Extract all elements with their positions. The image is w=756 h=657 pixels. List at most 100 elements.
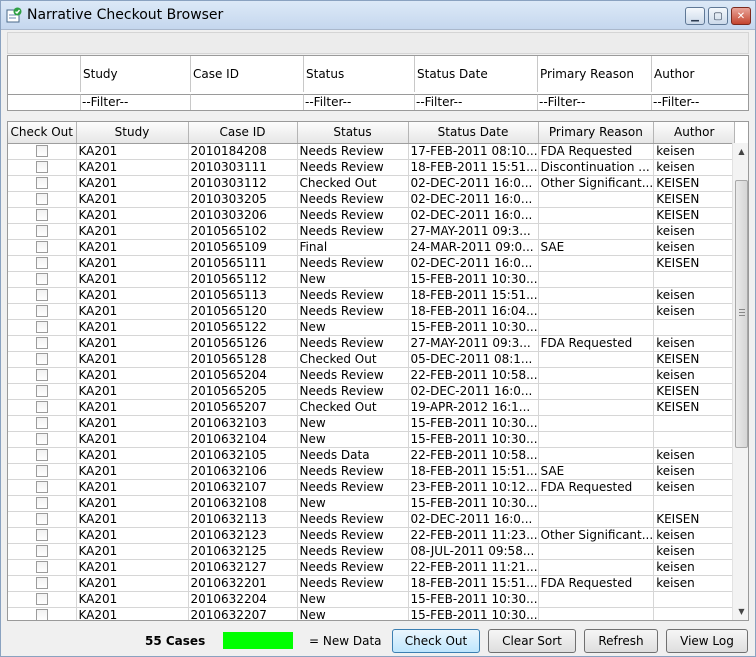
check-out-checkbox[interactable] <box>35 224 48 237</box>
table-row[interactable]: KA201 2010632108 New 15-FEB-2011 10:30... <box>8 495 736 512</box>
column-header-case-id[interactable]: Case ID <box>188 122 298 144</box>
check-out-checkbox[interactable] <box>35 496 48 509</box>
table-row[interactable]: KA201 2010565126 Needs Review 27-MAY-2011 0… <box>8 335 736 352</box>
check-out-checkbox[interactable] <box>35 192 48 205</box>
column-header-status-date[interactable]: Status Date <box>408 122 539 144</box>
table-row[interactable]: KA201 2010565122 New 15-FEB-2011 10:30... <box>8 319 736 336</box>
table-row[interactable]: KA201 2010303205 Needs Review 02-DEC-2011 1… <box>8 191 736 208</box>
study-cell: KA201 <box>76 591 189 608</box>
study-cell: KA201 <box>76 447 189 464</box>
table-row[interactable]: KA201 2010184208 Needs Review 17-FEB-2011 0… <box>8 143 736 160</box>
table-row[interactable]: KA201 2010632201 Needs Review 18-FEB-2011 1… <box>8 575 736 592</box>
table-row[interactable]: KA201 2010565111 Needs Review 02-DEC-2011 1… <box>8 255 736 272</box>
view-log-button[interactable]: View Log <box>666 629 748 653</box>
table-row[interactable]: KA201 2010632104 New 15-FEB-2011 10:30... <box>8 431 736 448</box>
check-out-checkbox[interactable] <box>35 576 48 589</box>
check-out-checkbox[interactable] <box>35 304 48 317</box>
check-out-checkbox[interactable] <box>35 208 48 221</box>
study-filter-input[interactable]: --Filter-- <box>81 94 191 110</box>
table-row[interactable]: KA201 2010565112 New 15-FEB-2011 10:30... <box>8 271 736 288</box>
case-id-filter-input[interactable] <box>191 94 304 110</box>
primary-reason-cell <box>538 319 655 336</box>
case-id-cell: 2010632201 <box>188 575 298 592</box>
column-header-check-out[interactable]: Check Out <box>8 122 77 144</box>
maximize-button[interactable]: ▢ <box>708 7 728 25</box>
check-out-checkbox[interactable] <box>35 160 48 173</box>
study-cell: KA201 <box>76 511 189 528</box>
check-out-cell <box>8 239 77 256</box>
table-row[interactable]: KA201 2010632123 Needs Review 22-FEB-2011 1… <box>8 527 736 544</box>
table-row[interactable]: KA201 2010632127 Needs Review 22-FEB-2011 1… <box>8 559 736 576</box>
check-out-checkbox[interactable] <box>35 288 48 301</box>
column-header-study[interactable]: Study <box>76 122 189 144</box>
table-row[interactable]: KA201 2010632103 New 15-FEB-2011 10:30... <box>8 415 736 432</box>
table-row[interactable]: KA201 2010565207 Checked Out 19-APR-2012 16… <box>8 399 736 416</box>
minimize-button[interactable]: ▁ <box>685 7 705 25</box>
check-out-checkbox[interactable] <box>35 464 48 477</box>
check-out-checkbox[interactable] <box>35 272 48 285</box>
status-date-filter-input[interactable]: --Filter-- <box>415 94 538 110</box>
column-header-primary-reason[interactable]: Primary Reason <box>538 122 655 144</box>
check-out-checkbox[interactable] <box>35 416 48 429</box>
check-out-checkbox[interactable] <box>35 368 48 381</box>
primary-reason-cell: Other Significant... <box>538 175 655 192</box>
table-row[interactable]: KA201 2010565109 Final 24-MAR-2011 09:0... S… <box>8 239 736 256</box>
check-out-checkbox[interactable] <box>35 384 48 397</box>
check-out-checkbox[interactable] <box>35 240 48 253</box>
primary-reason-cell: FDA Requested <box>538 143 655 160</box>
table-row[interactable]: KA201 2010303111 Needs Review 18-FEB-2011 1… <box>8 159 736 176</box>
table-row[interactable]: KA201 2010632113 Needs Review 02-DEC-2011 1… <box>8 511 736 528</box>
check-out-checkbox[interactable] <box>35 352 48 365</box>
table-row[interactable]: KA201 2010565120 Needs Review 18-FEB-2011 1… <box>8 303 736 320</box>
scroll-up-arrow-icon[interactable]: ▲ <box>733 143 748 160</box>
table-row[interactable]: KA201 2010632105 Needs Data 22-FEB-2011 10:… <box>8 447 736 464</box>
primary-reason-filter-input[interactable]: --Filter-- <box>538 94 652 110</box>
status-cell: Needs Review <box>297 575 409 592</box>
scrollbar-thumb[interactable] <box>735 180 748 448</box>
close-button[interactable]: ✕ <box>731 7 751 25</box>
status-date-cell: 15-FEB-2011 10:30... <box>408 431 539 448</box>
check-out-checkbox[interactable] <box>35 448 48 461</box>
check-out-checkbox[interactable] <box>35 608 48 620</box>
check-out-checkbox[interactable] <box>35 176 48 189</box>
scroll-down-arrow-icon[interactable]: ▼ <box>733 603 748 620</box>
table-row[interactable]: KA201 2010303206 Needs Review 02-DEC-2011 1… <box>8 207 736 224</box>
check-out-checkbox[interactable] <box>35 512 48 525</box>
check-out-button[interactable]: Check Out <box>392 629 480 653</box>
table-row[interactable]: KA201 2010632106 Needs Review 18-FEB-2011 1… <box>8 463 736 480</box>
check-out-checkbox[interactable] <box>35 336 48 349</box>
table-row[interactable]: KA201 2010303112 Checked Out 02-DEC-2011 16… <box>8 175 736 192</box>
table-row[interactable]: KA201 2010565205 Needs Review 02-DEC-2011 1… <box>8 383 736 400</box>
check-out-checkbox[interactable] <box>35 400 48 413</box>
author-cell: keisen <box>653 447 736 464</box>
status-filter-input[interactable]: --Filter-- <box>304 94 415 110</box>
check-out-checkbox[interactable] <box>35 528 48 541</box>
case-id-cell: 2010565109 <box>188 239 298 256</box>
table-row[interactable]: KA201 2010565204 Needs Review 22-FEB-2011 1… <box>8 367 736 384</box>
clear-sort-button[interactable]: Clear Sort <box>488 629 576 653</box>
table-row[interactable]: KA201 2010632125 Needs Review 08-JUL-2011 0… <box>8 543 736 560</box>
table-row[interactable]: KA201 2010565102 Needs Review 27-MAY-2011 0… <box>8 223 736 240</box>
check-out-checkbox[interactable] <box>35 480 48 493</box>
check-out-checkbox[interactable] <box>35 544 48 557</box>
check-out-checkbox[interactable] <box>35 432 48 445</box>
check-out-checkbox[interactable] <box>35 320 48 333</box>
check-out-checkbox[interactable] <box>35 144 48 157</box>
status-cell: Needs Review <box>297 543 409 560</box>
vertical-scrollbar[interactable]: ▲ ▼ <box>732 143 748 620</box>
table-row[interactable]: KA201 2010632107 Needs Review 23-FEB-2011 1… <box>8 479 736 496</box>
refresh-button[interactable]: Refresh <box>584 629 658 653</box>
case-id-cell: 2010565112 <box>188 271 298 288</box>
column-header-author[interactable]: Author <box>653 122 736 144</box>
check-out-checkbox[interactable] <box>35 256 48 269</box>
table-row[interactable]: KA201 2010565113 Needs Review 18-FEB-2011 1… <box>8 287 736 304</box>
filter-header-study: Study <box>81 56 191 92</box>
table-row[interactable]: KA201 2010632207 New 15-FEB-2011 10:30... <box>8 607 736 620</box>
status-date-cell: 22-FEB-2011 11:23... <box>408 527 539 544</box>
table-row[interactable]: KA201 2010632204 New 15-FEB-2011 10:30... <box>8 591 736 608</box>
check-out-checkbox[interactable] <box>35 560 48 573</box>
column-header-status[interactable]: Status <box>297 122 409 144</box>
check-out-checkbox[interactable] <box>35 592 48 605</box>
author-filter-input[interactable]: --Filter-- <box>652 94 748 110</box>
table-row[interactable]: KA201 2010565128 Checked Out 05-DEC-2011 08… <box>8 351 736 368</box>
